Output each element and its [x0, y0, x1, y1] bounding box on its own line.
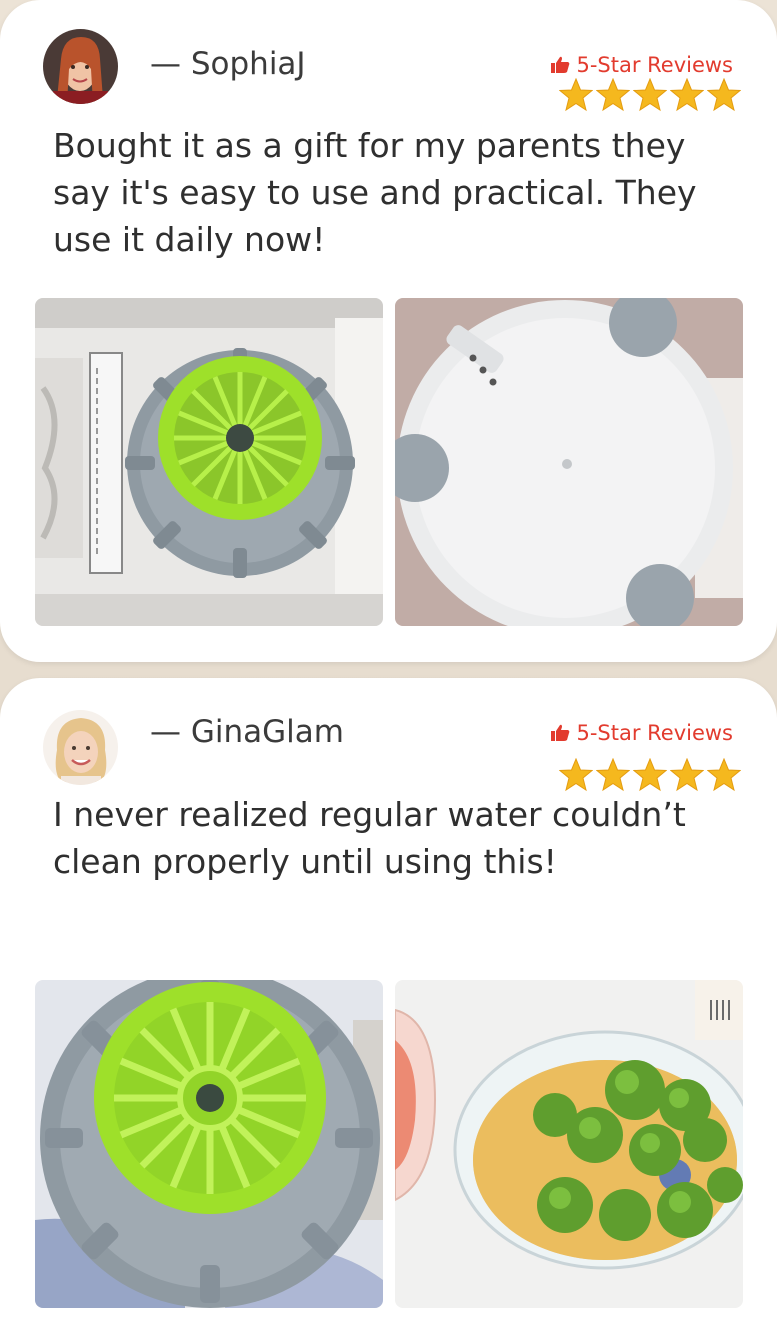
star-icon	[559, 758, 593, 792]
star-icon	[670, 78, 704, 112]
badge-label: 5-Star Reviews	[576, 721, 733, 745]
star-icon	[707, 78, 741, 112]
badge-label: 5-Star Reviews	[576, 53, 733, 77]
star-icon	[707, 758, 741, 792]
star-rating	[559, 78, 741, 112]
star-icon	[596, 78, 630, 112]
thumbs-up-icon	[551, 724, 570, 741]
reviewer-name: — SophiaJ	[150, 46, 306, 82]
review-text: Bought it as a gift for my parents they …	[53, 126, 697, 259]
reviewer-avatar	[43, 29, 118, 104]
thumbs-up-icon	[551, 56, 570, 73]
five-star-badge: 5-Star Reviews	[550, 721, 733, 745]
star-rating	[559, 758, 741, 792]
star-icon	[633, 758, 667, 792]
star-icon	[596, 758, 630, 792]
review-text: I never realized regular water couldn’t …	[53, 795, 686, 881]
star-icon	[670, 758, 704, 792]
review-photo-product-top[interactable]	[35, 980, 383, 1308]
review-card: — SophiaJ 5-Star Reviews Bought it as a …	[0, 0, 777, 662]
review-card: — GinaGlam 5-Star Reviews I never realiz…	[0, 678, 777, 1341]
reviewer-name: — GinaGlam	[150, 714, 344, 750]
star-icon	[633, 78, 667, 112]
review-photo-product-underside[interactable]	[395, 298, 743, 626]
review-photo-product-in-box[interactable]	[35, 298, 383, 626]
review-photo-broccoli-bowl[interactable]	[395, 980, 743, 1308]
star-icon	[559, 78, 593, 112]
five-star-badge: 5-Star Reviews	[550, 53, 733, 77]
reviewer-avatar	[43, 710, 118, 785]
